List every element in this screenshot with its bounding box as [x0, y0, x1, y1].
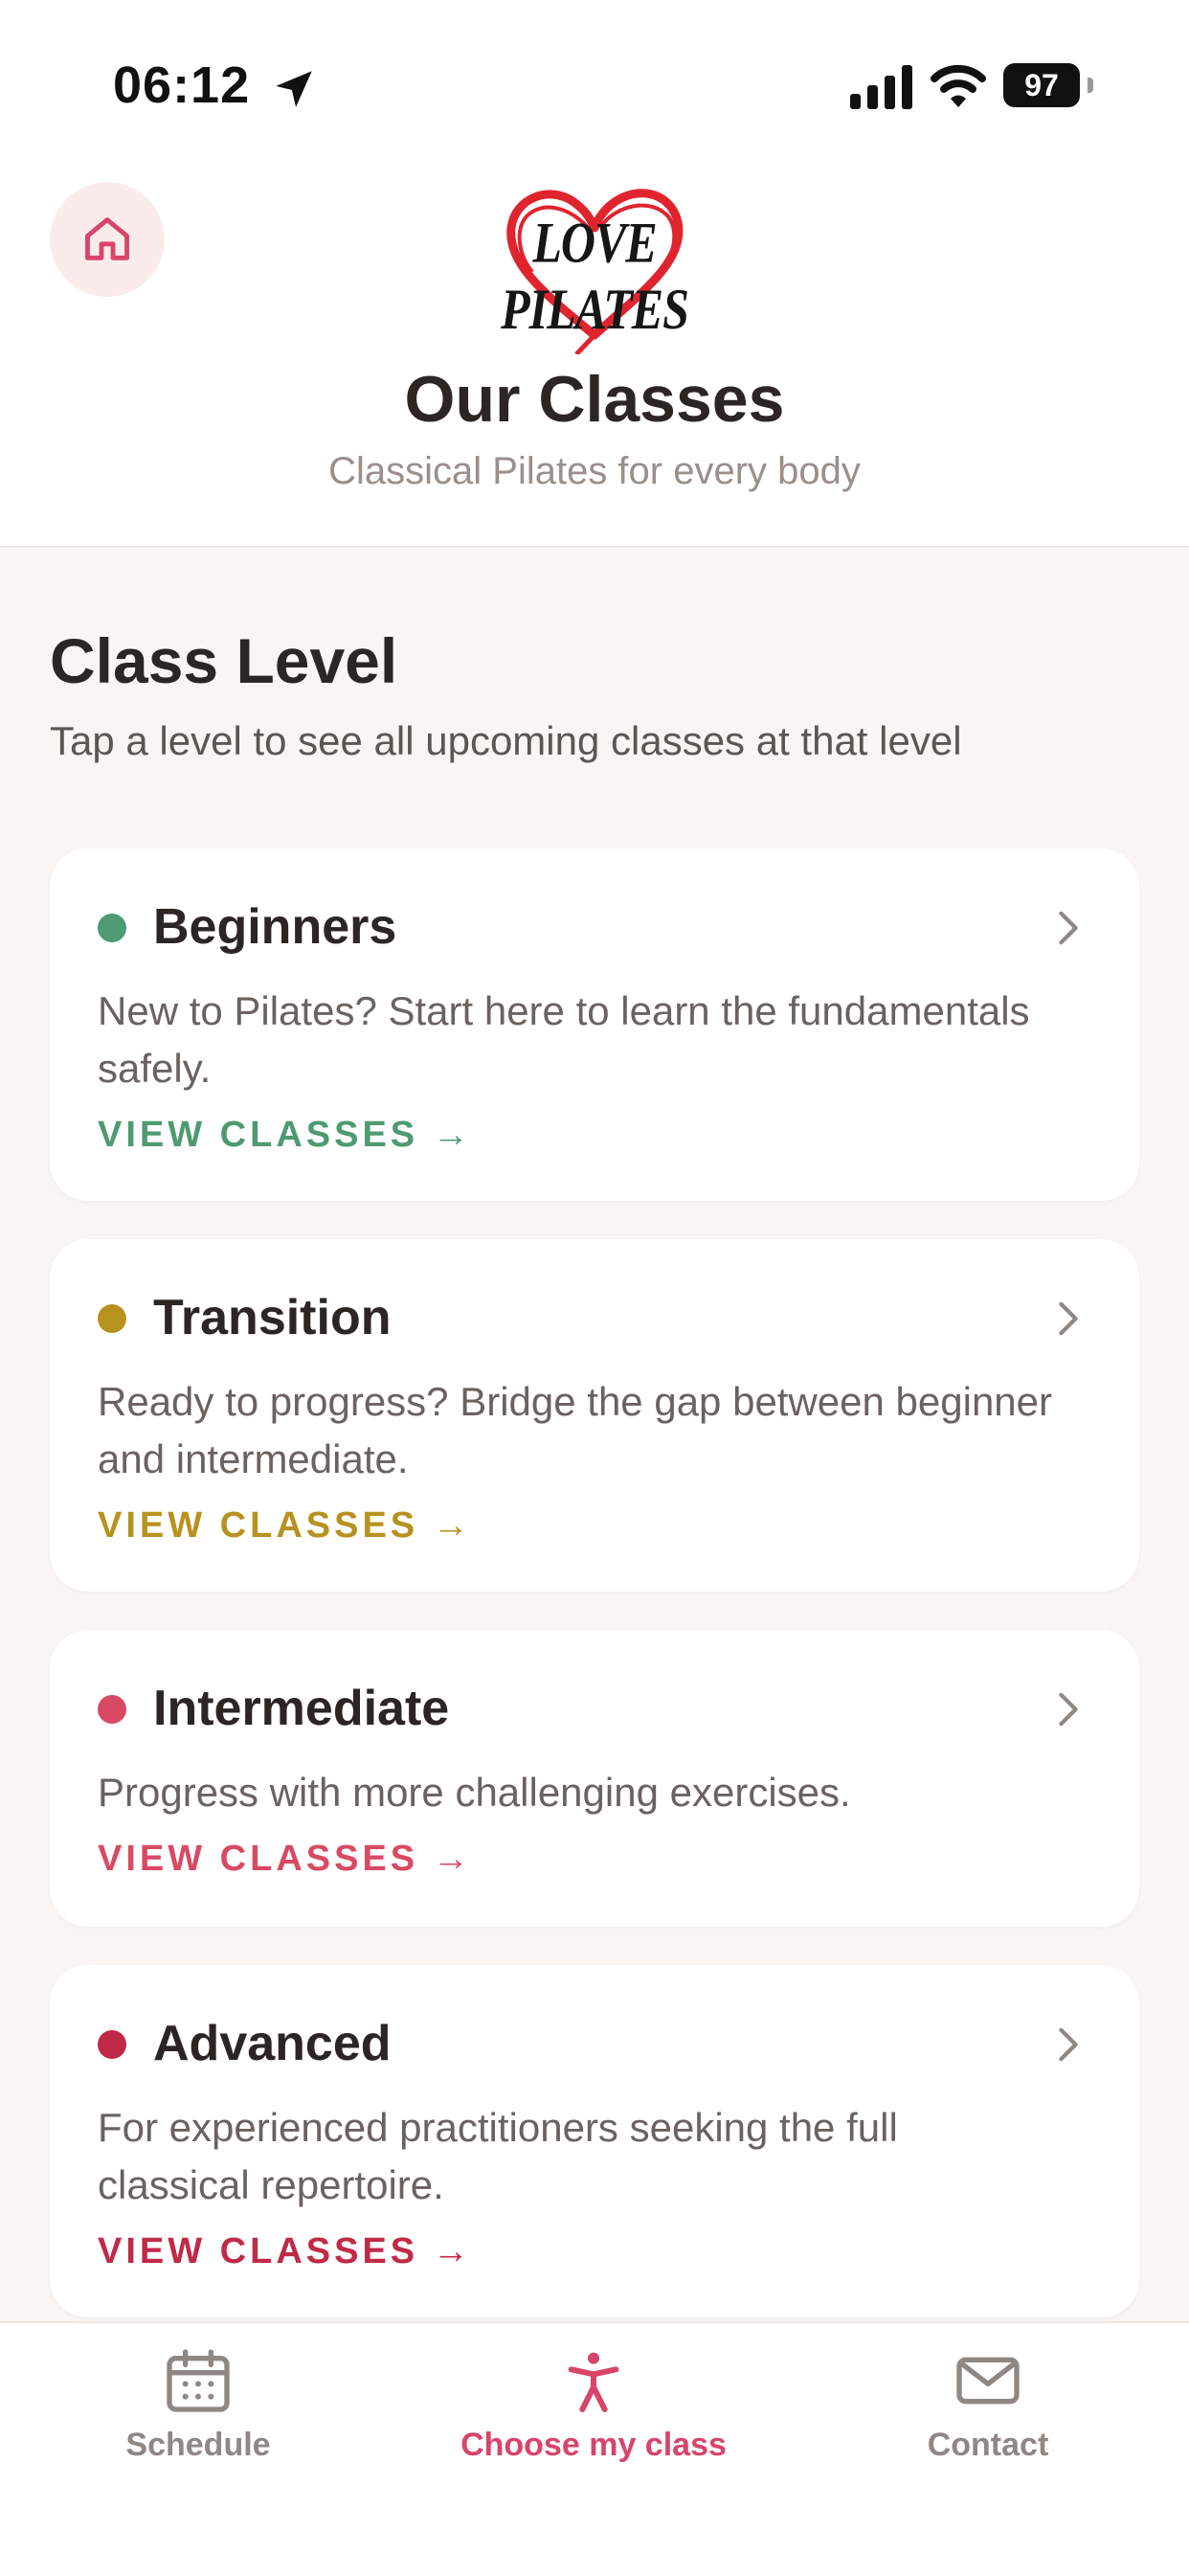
level-color-dot	[98, 2030, 126, 2059]
home-icon	[85, 217, 129, 260]
tab-label: Contact	[927, 2427, 1049, 2463]
cellular-signal-icon	[850, 65, 912, 109]
love-pilates-logo: LOVE PILATES	[488, 172, 701, 354]
level-name: Beginners	[153, 899, 397, 955]
bottom-tab-bar: Schedule Choose my class Contact	[0, 2321, 1189, 2576]
person-icon	[568, 2352, 619, 2412]
chevron-right-icon	[1059, 2027, 1078, 2062]
level-card-transition[interactable]: Transition Ready to progress? Bridge the…	[50, 1239, 1139, 1592]
view-classes-link[interactable]: VIEW CLASSES →	[98, 1839, 473, 1880]
status-bar: 06:12 97	[0, 0, 1189, 172]
tab-choose-my-class[interactable]: Choose my class	[450, 2342, 737, 2486]
page-subtitle: Classical Pilates for every body	[328, 450, 861, 492]
level-color-dot	[98, 1304, 126, 1333]
level-description: New to Pilates? Start here to learn the …	[98, 988, 1030, 1091]
level-description: Progress with more challenging exercises…	[98, 1770, 851, 1815]
level-card-beginners[interactable]: Beginners New to Pilates? Start here to …	[50, 848, 1139, 1201]
view-classes-link[interactable]: VIEW CLASSES →	[98, 1505, 473, 1547]
level-name: Transition	[153, 1290, 392, 1345]
chevron-right-icon	[1059, 1301, 1078, 1336]
level-description: For experienced practitioners seeking th…	[98, 2105, 898, 2207]
location-arrow-icon	[276, 71, 312, 107]
level-color-dot	[98, 1695, 126, 1724]
view-classes-link[interactable]: VIEW CLASSES →	[98, 1115, 473, 1156]
mail-icon	[956, 2357, 1020, 2405]
level-name: Intermediate	[153, 1681, 450, 1736]
level-card-intermediate[interactable]: Intermediate Progress with more challeng…	[50, 1630, 1139, 1927]
level-card-advanced[interactable]: Advanced For experienced practitioners s…	[50, 1965, 1139, 2317]
logo-wordmark: LOVE PILATES	[501, 210, 689, 342]
calendar-icon	[167, 2349, 230, 2412]
main-content: Class Level Tap a level to see all upcom…	[0, 548, 1189, 2321]
home-button[interactable]	[50, 182, 165, 297]
app-header: LOVE PILATES Our Classes Classical Pilat…	[0, 172, 1189, 548]
section-subtitle: Tap a level to see all upcoming classes …	[50, 718, 962, 763]
level-name: Advanced	[153, 2016, 392, 2071]
status-time: 06:12	[113, 56, 251, 114]
level-description: Ready to progress? Bridge the gap betwee…	[98, 1379, 1053, 1481]
view-classes-link[interactable]: VIEW CLASSES →	[98, 2231, 473, 2272]
chevron-right-icon	[1059, 911, 1078, 945]
chevron-right-icon	[1059, 1692, 1078, 1727]
tab-schedule[interactable]: Schedule	[55, 2342, 342, 2486]
battery-level: 97	[1003, 63, 1080, 107]
page-title: Our Classes	[404, 363, 785, 436]
tab-label: Choose my class	[460, 2427, 727, 2463]
battery-indicator: 97	[1003, 63, 1093, 107]
section-title: Class Level	[50, 625, 398, 696]
wifi-icon	[931, 64, 986, 107]
tab-label: Schedule	[125, 2427, 271, 2463]
tab-contact[interactable]: Contact	[844, 2342, 1132, 2486]
level-color-dot	[98, 914, 126, 942]
